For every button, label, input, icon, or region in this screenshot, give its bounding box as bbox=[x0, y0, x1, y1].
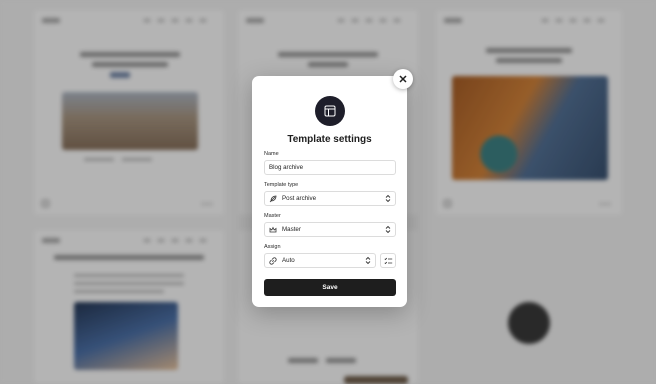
assign-label: Assign bbox=[264, 244, 281, 250]
crown-icon bbox=[269, 226, 277, 234]
master-select[interactable]: Master bbox=[264, 222, 396, 237]
name-label: Name bbox=[264, 151, 279, 157]
assign-value: Auto bbox=[282, 257, 295, 264]
list-check-icon[interactable] bbox=[380, 253, 396, 268]
name-value: Blog archive bbox=[269, 164, 304, 171]
feather-icon bbox=[269, 195, 277, 203]
chevron-up-down-icon bbox=[385, 194, 391, 203]
chevron-up-down-icon bbox=[365, 256, 371, 265]
save-button[interactable]: Save bbox=[264, 279, 396, 296]
template-type-value: Post archive bbox=[282, 195, 317, 202]
template-settings-modal: Template settings Name Blog archive Temp… bbox=[252, 76, 407, 307]
name-input[interactable]: Blog archive bbox=[264, 160, 396, 175]
layout-template-icon bbox=[315, 96, 345, 126]
assign-select[interactable]: Auto bbox=[264, 253, 376, 268]
chevron-up-down-icon bbox=[385, 225, 391, 234]
master-value: Master bbox=[282, 226, 301, 233]
template-type-select[interactable]: Post archive bbox=[264, 191, 396, 206]
template-type-label: Template type bbox=[264, 182, 299, 188]
link-icon bbox=[269, 256, 277, 265]
modal-title: Template settings bbox=[287, 134, 372, 145]
master-label: Master bbox=[264, 213, 281, 219]
close-icon[interactable]: ✕ bbox=[393, 69, 413, 89]
